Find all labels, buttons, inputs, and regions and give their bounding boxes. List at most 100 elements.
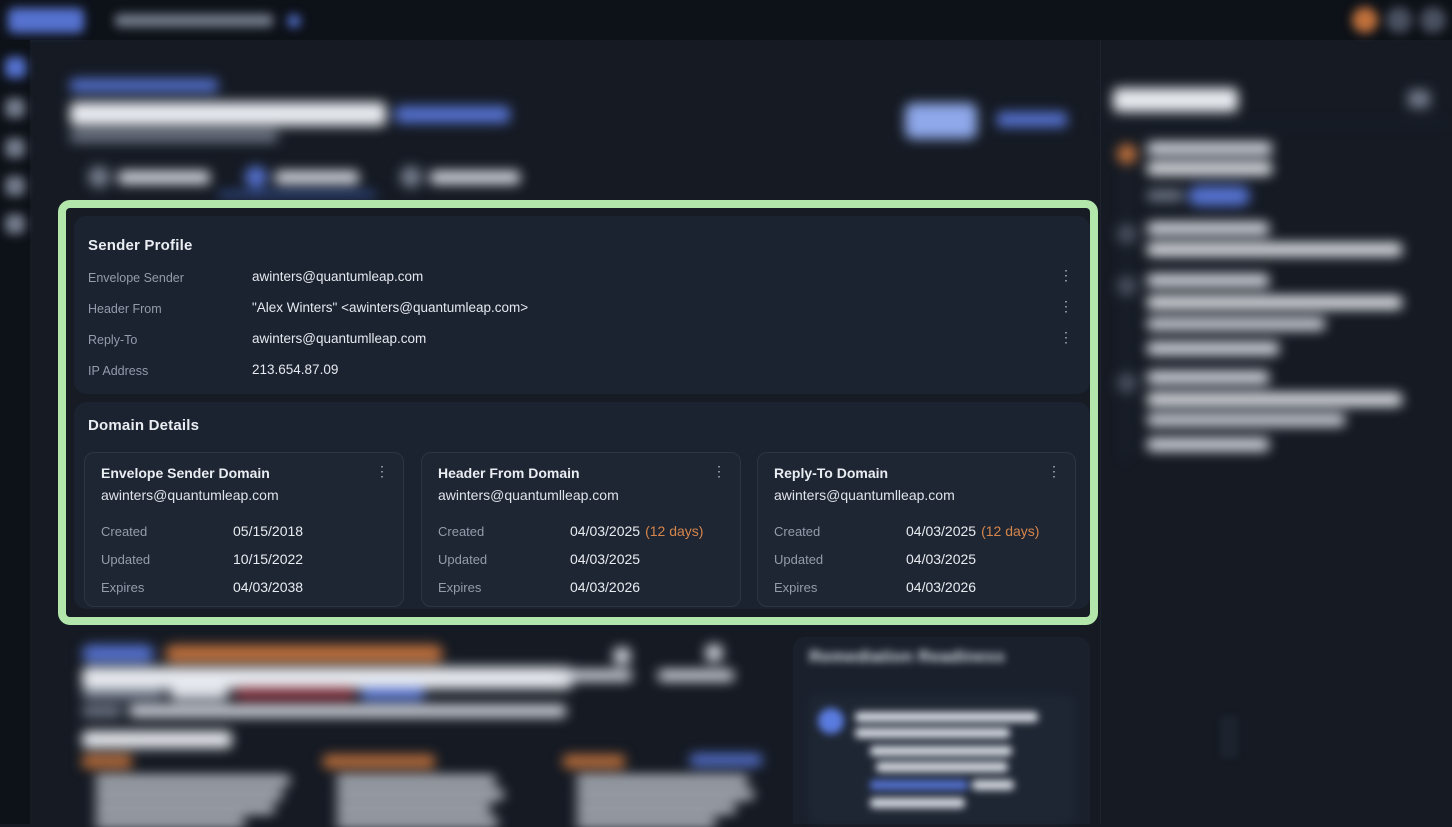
observation-col1-text bbox=[95, 818, 245, 827]
tab-sender-analysis-icon[interactable] bbox=[245, 166, 267, 188]
remediation-text bbox=[972, 780, 1014, 790]
updated-label: Updated bbox=[774, 552, 823, 567]
warning-badge bbox=[165, 645, 443, 662]
observation-col2-text bbox=[336, 776, 496, 785]
reply-to-domain-address: awinters@quantumlleap.com bbox=[774, 487, 955, 503]
settings-icon[interactable] bbox=[1420, 7, 1446, 33]
created-age-note: (12 days) bbox=[981, 523, 1039, 539]
envelope-sender-menu-icon[interactable]: ⋮ bbox=[1058, 268, 1074, 284]
page-header-blurred bbox=[30, 40, 1100, 200]
timeline-connector bbox=[1125, 165, 1127, 460]
remediation-inset bbox=[808, 695, 1075, 824]
compare-contents-icon[interactable] bbox=[706, 645, 722, 661]
updated-label: Updated bbox=[101, 552, 150, 567]
activity-sidebar-blurred bbox=[1101, 40, 1452, 824]
timeline-item-3-line bbox=[1147, 342, 1279, 355]
app-logo[interactable] bbox=[8, 8, 84, 33]
left-nav-rail bbox=[0, 40, 30, 824]
status-badge bbox=[82, 645, 154, 662]
created-label: Created bbox=[774, 524, 820, 539]
active-tab-underline bbox=[218, 192, 376, 197]
top-bar-blur-layer bbox=[0, 0, 1452, 40]
envelope-sender-domain-address: awinters@quantumleap.com bbox=[101, 487, 279, 503]
nav-item-5-icon[interactable] bbox=[5, 214, 25, 234]
reply-to-domain-menu-icon[interactable]: ⋮ bbox=[1046, 464, 1062, 480]
domain-details-title: Domain Details bbox=[88, 417, 199, 434]
tab-message-analysis-icon[interactable] bbox=[88, 166, 110, 188]
meta-value-2 bbox=[129, 705, 566, 717]
threat-domain-title bbox=[82, 667, 572, 689]
remediation-text bbox=[855, 712, 1038, 722]
header-from-domain-menu-icon[interactable]: ⋮ bbox=[711, 464, 727, 480]
timeline-item-1-badge[interactable] bbox=[1188, 186, 1250, 206]
remediation-panel: Remediation Readiness bbox=[793, 637, 1090, 824]
meta-label bbox=[82, 689, 164, 700]
tab-threat-analysis[interactable] bbox=[430, 171, 520, 184]
observation-col3-heading bbox=[563, 755, 625, 768]
tab-close-icon[interactable] bbox=[288, 15, 300, 27]
expires-value: 04/03/2026 bbox=[570, 579, 640, 595]
meta-label-2 bbox=[82, 706, 122, 717]
updated-label: Updated bbox=[438, 552, 487, 567]
tab-threat-analysis-icon[interactable] bbox=[400, 166, 422, 188]
sender-profile-title: Sender Profile bbox=[88, 237, 193, 254]
expires-label: Expires bbox=[774, 580, 817, 595]
observation-col3-link[interactable] bbox=[690, 754, 762, 766]
timeline-item-1-line bbox=[1147, 162, 1272, 175]
secondary-action-link[interactable] bbox=[997, 112, 1067, 127]
header-from-domain-title: Header From Domain bbox=[438, 465, 580, 481]
observation-col2-text bbox=[336, 818, 498, 827]
created-date: 04/03/2025 bbox=[570, 523, 640, 539]
observation-col1-heading bbox=[82, 755, 132, 768]
compare-contents-label bbox=[658, 670, 734, 681]
created-date: 05/15/2018 bbox=[233, 523, 303, 539]
nav-item-4-icon[interactable] bbox=[5, 176, 25, 196]
user-avatar[interactable] bbox=[1352, 7, 1378, 33]
window-tab-label[interactable] bbox=[115, 14, 273, 27]
tab-message-analysis[interactable] bbox=[118, 171, 210, 184]
tab-sender-analysis-active[interactable] bbox=[275, 171, 359, 184]
timeline-item-3-line bbox=[1147, 318, 1325, 330]
help-icon[interactable] bbox=[1386, 7, 1412, 33]
reply-to-menu-icon[interactable]: ⋮ bbox=[1058, 330, 1074, 346]
threat-feed-icon[interactable] bbox=[614, 648, 630, 664]
domain-details-card: Domain Details Envelope Sender Domain ⋮ … bbox=[74, 402, 1090, 609]
top-bar bbox=[0, 0, 1452, 40]
nav-item-1-active-icon[interactable] bbox=[5, 57, 26, 78]
created-value: 04/03/2025(12 days) bbox=[906, 523, 1039, 539]
header-from-value: "Alex Winters" <awinters@quantumleap.com… bbox=[252, 300, 528, 315]
sidebar-heading bbox=[1113, 88, 1238, 112]
envelope-sender-label: Envelope Sender bbox=[88, 271, 184, 285]
page-subtitle bbox=[70, 131, 278, 142]
created-age-note: (12 days) bbox=[645, 523, 703, 539]
timeline-dot bbox=[1117, 224, 1137, 244]
sidebar-heading-divider bbox=[1101, 122, 1452, 123]
nav-item-3-icon[interactable] bbox=[5, 138, 25, 158]
primary-action-button[interactable] bbox=[905, 103, 977, 139]
header-from-label: Header From bbox=[88, 302, 162, 316]
timeline-item-2-line bbox=[1147, 222, 1269, 235]
envelope-sender-domain-menu-icon[interactable]: ⋮ bbox=[374, 464, 390, 480]
timeline-item-3-line bbox=[1147, 296, 1402, 309]
expires-label: Expires bbox=[438, 580, 481, 595]
observation-col3-text bbox=[576, 790, 754, 799]
observation-col1-text bbox=[95, 804, 275, 813]
remediation-text bbox=[870, 798, 965, 808]
header-from-menu-icon[interactable]: ⋮ bbox=[1058, 299, 1074, 315]
nav-item-2-icon[interactable] bbox=[5, 98, 25, 118]
scrollbar-thumb[interactable] bbox=[1220, 716, 1238, 758]
back-link[interactable] bbox=[70, 79, 218, 92]
meta-link[interactable] bbox=[361, 688, 424, 700]
title-badge-link[interactable] bbox=[395, 106, 510, 123]
expires-value: 04/03/2038 bbox=[233, 579, 303, 595]
highlight-annotation-box: Sender Profile Envelope Sender awinters@… bbox=[58, 200, 1098, 625]
remediation-text bbox=[855, 728, 1010, 738]
threat-summary-section-blurred bbox=[30, 630, 790, 824]
observation-col3-text bbox=[576, 776, 748, 785]
timeline-item-3-line bbox=[1147, 274, 1269, 287]
meta-value bbox=[170, 688, 228, 700]
sidebar-collapse-icon[interactable] bbox=[1408, 90, 1430, 108]
remediation-link[interactable] bbox=[870, 780, 968, 790]
envelope-sender-domain-card: Envelope Sender Domain ⋮ awinters@quantu… bbox=[84, 452, 404, 607]
timeline-dot bbox=[1117, 373, 1137, 393]
